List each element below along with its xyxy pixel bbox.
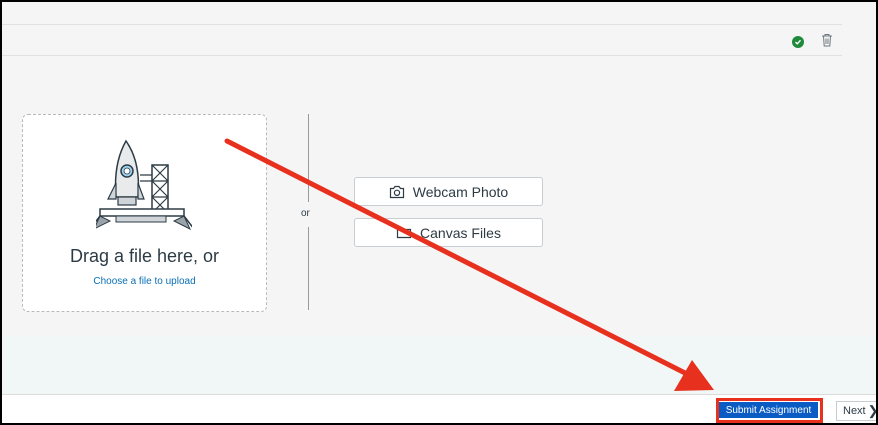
canvas-files-button[interactable]: Canvas Files xyxy=(354,218,543,247)
next-label: Next xyxy=(843,405,866,417)
assignment-panel: Drag a file here, or Choose a file to up… xyxy=(0,0,878,425)
rocket-illustration xyxy=(96,139,192,231)
webcam-photo-button[interactable]: Webcam Photo xyxy=(354,177,543,206)
divider-top xyxy=(308,114,309,202)
check-circle-icon xyxy=(792,36,804,48)
drag-file-text: Drag a file here, or xyxy=(69,246,220,266)
folder-icon xyxy=(396,227,412,239)
next-button[interactable]: Next ❯ xyxy=(836,401,878,421)
choose-file-link[interactable]: Choose a file to upload xyxy=(23,276,266,287)
trash-icon[interactable] xyxy=(821,33,833,47)
footer-bar: Submit Assignment Next ❯ xyxy=(2,394,878,423)
or-separator: or xyxy=(301,208,310,219)
submit-assignment-button[interactable]: Submit Assignment xyxy=(719,402,818,418)
chevron-right-icon: ❯ xyxy=(867,403,878,418)
file-drop-zone[interactable]: Drag a file here, or Choose a file to up… xyxy=(22,114,267,312)
divider-bottom xyxy=(308,227,309,310)
file-row xyxy=(2,24,842,56)
content-band xyxy=(2,336,876,394)
canvas-files-label: Canvas Files xyxy=(420,224,501,241)
webcam-photo-label: Webcam Photo xyxy=(412,183,509,200)
camera-icon xyxy=(389,185,404,198)
